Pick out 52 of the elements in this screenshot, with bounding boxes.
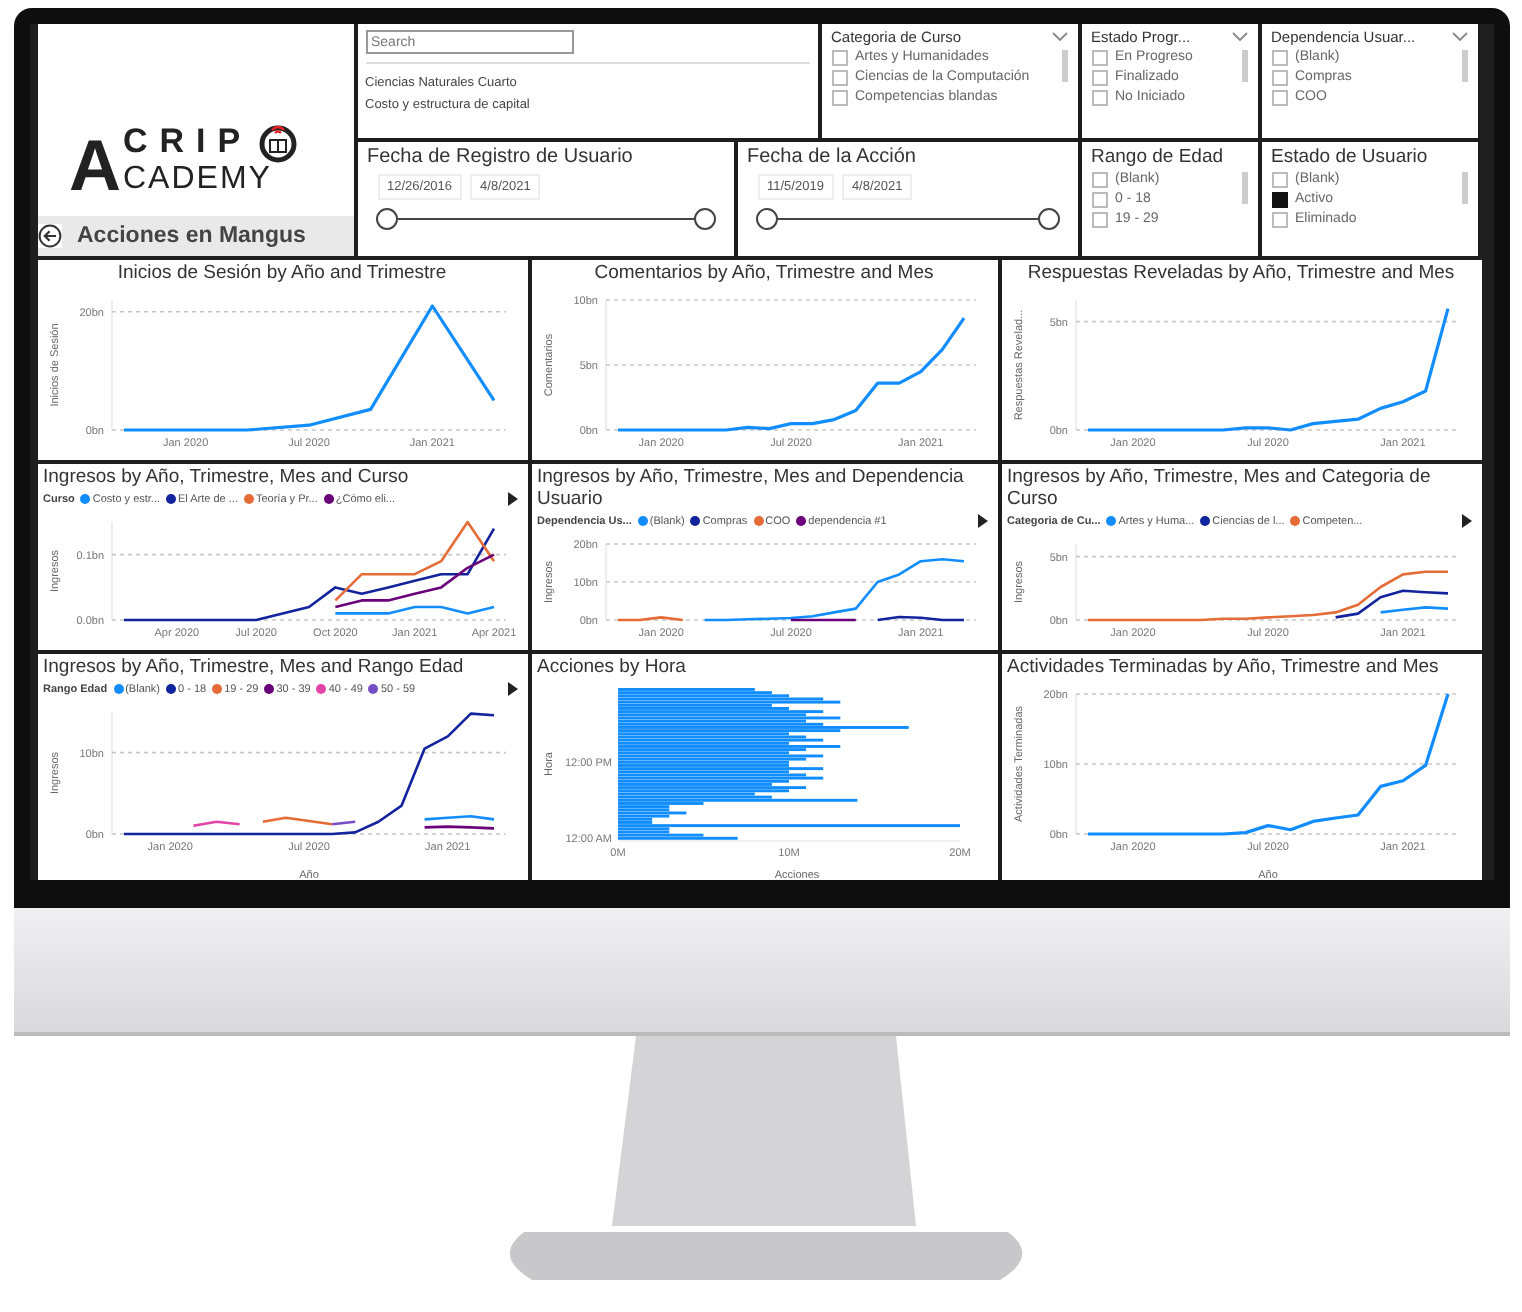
legend-next-button[interactable] (503, 682, 521, 696)
chart-title: Acciones by Hora (537, 656, 688, 678)
checkbox[interactable] (1271, 211, 1287, 227)
checkbox[interactable] (1271, 69, 1287, 85)
slider-thumb[interactable] (1037, 208, 1059, 230)
page-title: Acciones en Mangus (77, 224, 306, 248)
play-triangle-icon (977, 514, 987, 528)
scrollbar[interactable] (1461, 50, 1467, 82)
checkbox[interactable] (1271, 89, 1287, 105)
chart-title: Ingresos by Año, Trimestre, Mes and Categoria de Curso (1007, 466, 1433, 510)
data-line (617, 616, 682, 622)
checkbox[interactable] (1091, 191, 1107, 207)
checkbox[interactable] (1091, 211, 1107, 227)
slider-thumb[interactable] (375, 208, 397, 230)
scrollbar[interactable] (1241, 50, 1247, 82)
chart-title: Respuestas Reveladas by Año, Trimestre and Mes (1025, 262, 1457, 284)
logo-text: CRIP (123, 124, 253, 160)
legend-next-button[interactable] (1457, 514, 1475, 528)
scrollbar[interactable] (1241, 172, 1247, 204)
chart-title: Inicios de Sesión by Año and Trimestre (115, 262, 449, 284)
scrollbar[interactable] (1461, 172, 1467, 204)
slider-thumb[interactable] (693, 208, 715, 230)
checkbox[interactable] (1271, 191, 1287, 207)
play-triangle-icon (507, 682, 517, 696)
checkbox[interactable] (1091, 69, 1107, 85)
chart-title: Comentarios by Año, Trimestre and Mes (592, 262, 936, 284)
slicer-title: Rango de Edad (1091, 146, 1224, 168)
chart-title: Ingresos by Año, Trimestre, Mes and Dependencia Usuario (537, 466, 966, 510)
legend-next-button[interactable] (973, 514, 991, 528)
slider-thumb[interactable] (755, 208, 777, 230)
play-triangle-icon (507, 492, 517, 506)
scrollbar[interactable] (1061, 50, 1067, 82)
checkbox[interactable] (831, 49, 847, 65)
legend-next-button[interactable] (503, 492, 521, 506)
checkbox[interactable] (1091, 89, 1107, 105)
checkbox[interactable] (831, 69, 847, 85)
chart-title: Ingresos by Año, Trimestre, Mes and Curso (43, 466, 411, 488)
checkbox[interactable] (1091, 171, 1107, 187)
play-triangle-icon (1461, 514, 1471, 528)
checkbox[interactable] (1271, 171, 1287, 187)
slicer-title: Estado de Usuario (1271, 146, 1428, 168)
headset-book-icon (256, 120, 301, 164)
chart-title: Actividades Terminadas by Año, Trimestre and Mes (1007, 656, 1441, 678)
slicer-title: Fecha de Registro de Usuario (367, 146, 635, 168)
checkbox[interactable] (831, 89, 847, 105)
chart-title: Ingresos by Año, Trimestre, Mes and Rango Edad (43, 656, 466, 678)
logo-text: CADEMY (123, 164, 274, 196)
back-arrow-icon (37, 224, 61, 248)
slicer-title: Fecha de la Acción (747, 146, 918, 168)
logo-letter: A (69, 136, 121, 196)
checkbox[interactable] (1271, 49, 1287, 65)
checkbox[interactable] (1091, 49, 1107, 65)
